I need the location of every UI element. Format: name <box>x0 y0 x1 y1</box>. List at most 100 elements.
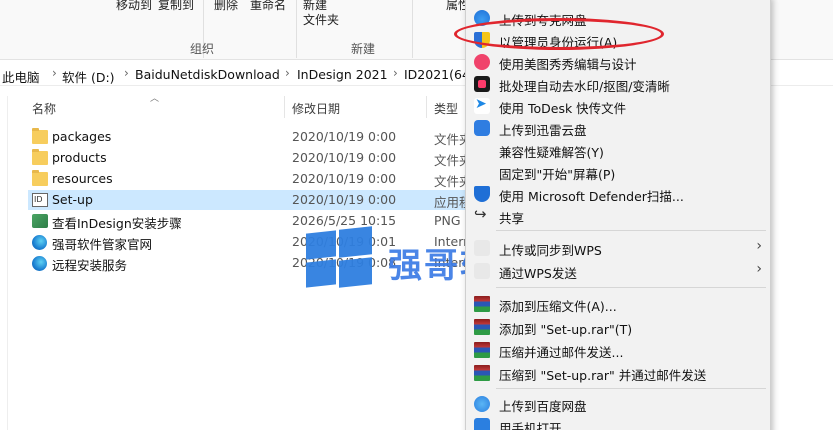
menu-item-add-setup-rar[interactable]: 添加到 "Set-up.rar"(T) <box>466 316 770 338</box>
xunlei-icon <box>474 120 490 136</box>
move-to-button[interactable]: 移动到 <box>116 0 152 13</box>
menu-item-run-as-admin[interactable]: 以管理员身份运行(A) <box>466 29 770 51</box>
menu-item-wps-sync[interactable]: 上传或同步到WPS › <box>466 237 770 259</box>
file-type: 应用程序 <box>434 195 468 210</box>
menu-item-compress-email[interactable]: 压缩并通过邮件发送... <box>466 339 770 361</box>
menu-item-label: 添加到压缩文件(A)... <box>499 299 617 314</box>
file-row[interactable]: products 2020/10/19 0:00 文件夹 <box>28 148 468 168</box>
menu-item-compatibility[interactable]: 兼容性疑难解答(Y) <box>466 139 770 161</box>
menu-item-upload-xunlei[interactable]: 上传到迅雷云盘 <box>466 117 770 139</box>
menu-item-label: 用手机打开 <box>499 421 562 430</box>
menu-item-label: 以管理员身份运行(A) <box>499 35 618 50</box>
winrar-icon <box>474 342 490 358</box>
file-type: 文件夹 <box>434 132 468 147</box>
menu-item-label: 上传到百度网盘 <box>499 399 587 414</box>
exe-icon <box>32 193 48 207</box>
menu-item-batch-process[interactable]: 批处理自动去水印/抠图/变清晰 <box>466 73 770 95</box>
copy-to-button[interactable]: 复制到 <box>158 0 194 13</box>
file-name: resources <box>52 171 113 186</box>
breadcrumb-item-drive[interactable]: 软件 (D:) <box>62 67 115 86</box>
share-icon <box>474 205 490 224</box>
menu-item-label: 兼容性疑难解答(Y) <box>499 145 604 160</box>
chevron-right-icon[interactable]: › <box>393 66 398 80</box>
menu-item-label: 使用美图秀秀编辑与设计 <box>499 57 637 72</box>
menu-item-meitu[interactable]: 使用美图秀秀编辑与设计 <box>466 51 770 73</box>
menu-item-pin-start[interactable]: 固定到"开始"屏幕(P) <box>466 161 770 183</box>
menu-item-label: 压缩并通过邮件发送... <box>499 345 624 360</box>
meitu-icon <box>474 54 490 70</box>
menu-item-defender-scan[interactable]: 使用 Microsoft Defender扫描... <box>466 183 770 205</box>
baidu-cloud-icon <box>474 396 490 412</box>
breadcrumb-item-baidu[interactable]: BaiduNetdiskDownload <box>135 67 280 82</box>
new-folder-button-line2[interactable]: 文件夹 <box>303 11 339 28</box>
explorer-window: 移动到 复制到 删除 重命名 新建 文件夹 属性 组织 新建 此电脑 › 软件 … <box>0 0 833 430</box>
breadcrumb-item-this-pc[interactable]: 此电脑 <box>2 67 40 86</box>
chevron-right-icon[interactable]: › <box>52 66 57 80</box>
file-name: 强哥软件管家官网 <box>52 237 153 252</box>
column-header-type[interactable]: 类型 <box>434 100 458 117</box>
file-row[interactable]: packages 2020/10/19 0:00 文件夹 <box>28 127 468 147</box>
folder-icon <box>32 128 48 144</box>
menu-item-label: 添加到 "Set-up.rar"(T) <box>499 322 633 337</box>
batch-process-icon <box>474 76 490 92</box>
file-date: 2026/5/25 10:15 <box>292 213 397 228</box>
menu-item-label: 使用 Microsoft Defender扫描... <box>499 189 684 204</box>
group-label-new: 新建 <box>351 42 376 56</box>
breadcrumb-item-id2021[interactable]: ID2021(64 <box>404 67 470 82</box>
file-type: 文件夹 <box>434 153 468 168</box>
windows-logo-watermark-icon <box>306 226 372 288</box>
menu-item-upload-quark[interactable]: 上传到夸克网盘 <box>466 7 770 29</box>
navigation-pane-edge <box>0 96 8 430</box>
column-header-name[interactable]: 名称 <box>32 100 56 117</box>
menu-item-todesk[interactable]: 使用 ToDesk 快传文件 <box>466 95 770 117</box>
ribbon-separator <box>296 0 297 58</box>
file-date: 2020/10/19 0:00 <box>292 150 397 165</box>
winrar-icon <box>474 296 490 312</box>
chevron-right-icon[interactable]: › <box>285 66 290 80</box>
context-menu: 上传到夸克网盘 以管理员身份运行(A) 使用美图秀秀编辑与设计 批处理自动去水印… <box>465 0 771 430</box>
winrar-icon <box>474 319 490 335</box>
group-label-organize: 组织 <box>190 42 215 56</box>
column-divider[interactable] <box>426 96 427 118</box>
menu-item-open-phone[interactable]: 用手机打开 <box>466 415 770 430</box>
menu-item-label: 固定到"开始"屏幕(P) <box>499 167 616 182</box>
file-row[interactable]: 查看InDesign安装步骤 2026/5/25 10:15 PNG <box>28 211 468 231</box>
file-date: 2020/10/19 0:00 <box>292 171 397 186</box>
uac-shield-icon <box>474 32 490 48</box>
menu-item-label: 上传到迅雷云盘 <box>499 123 587 138</box>
menu-item-label: 上传或同步到WPS <box>499 243 602 258</box>
phone-icon <box>474 418 490 430</box>
breadcrumb-item-indesign[interactable]: InDesign 2021 <box>297 67 388 82</box>
column-header-date[interactable]: 修改日期 <box>292 100 340 117</box>
todesk-icon <box>474 96 490 114</box>
column-divider[interactable] <box>284 96 285 118</box>
folder-icon <box>32 149 48 165</box>
rename-button[interactable]: 重命名 <box>250 0 286 13</box>
file-type: PNG <box>434 213 461 228</box>
menu-separator <box>496 287 766 288</box>
defender-icon <box>474 186 490 202</box>
file-row-selected[interactable]: Set-up 2020/10/19 0:00 应用程序 <box>28 190 468 210</box>
menu-item-label: 共享 <box>499 211 525 226</box>
ribbon-separator <box>412 0 413 58</box>
file-row[interactable]: resources 2020/10/19 0:00 文件夹 <box>28 169 468 189</box>
menu-item-upload-baidu[interactable]: 上传到百度网盘 <box>466 393 770 415</box>
menu-item-label: 使用 ToDesk 快传文件 <box>499 101 627 116</box>
folder-icon <box>32 170 48 186</box>
chevron-right-icon: › <box>756 238 762 254</box>
menu-item-add-archive[interactable]: 添加到压缩文件(A)... <box>466 293 770 315</box>
menu-item-share[interactable]: 共享 <box>466 205 770 227</box>
menu-item-label: 压缩到 "Set-up.rar" 并通过邮件发送 <box>499 368 707 383</box>
delete-button[interactable]: 删除 <box>214 0 238 13</box>
menu-item-label: 通过WPS发送 <box>499 266 577 281</box>
wps-icon <box>474 240 490 256</box>
menu-item-label: 批处理自动去水印/抠图/变清晰 <box>499 79 670 94</box>
wps-icon <box>474 263 490 279</box>
menu-separator <box>496 230 766 231</box>
chevron-right-icon[interactable]: › <box>124 66 129 80</box>
file-type: 文件夹 <box>434 174 468 189</box>
file-date: 2020/10/19 0:00 <box>292 192 397 207</box>
menu-item-wps-send[interactable]: 通过WPS发送 › <box>466 260 770 282</box>
menu-item-compress-setup-email[interactable]: 压缩到 "Set-up.rar" 并通过邮件发送 <box>466 362 770 384</box>
file-name: 查看InDesign安装步骤 <box>52 216 182 231</box>
